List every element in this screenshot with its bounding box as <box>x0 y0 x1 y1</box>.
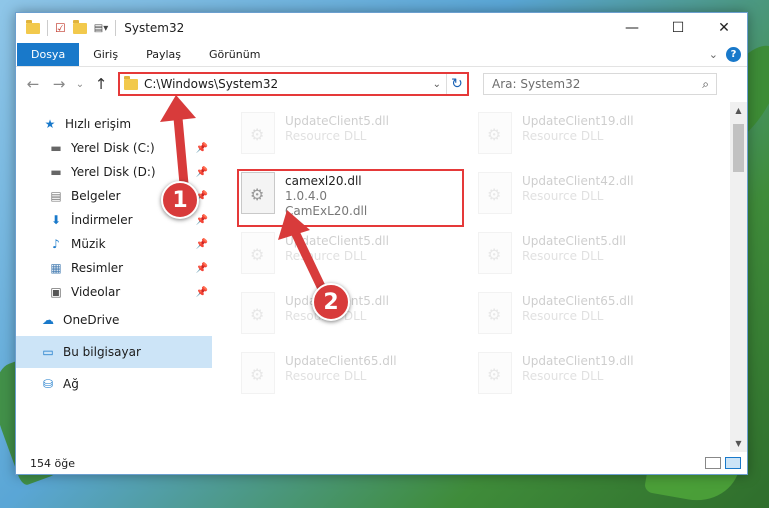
arrowhead-1-icon <box>160 95 196 122</box>
annotation-arrows <box>160 95 330 300</box>
callout-1: 1 <box>161 181 199 219</box>
callout-2: 2 <box>312 283 350 321</box>
